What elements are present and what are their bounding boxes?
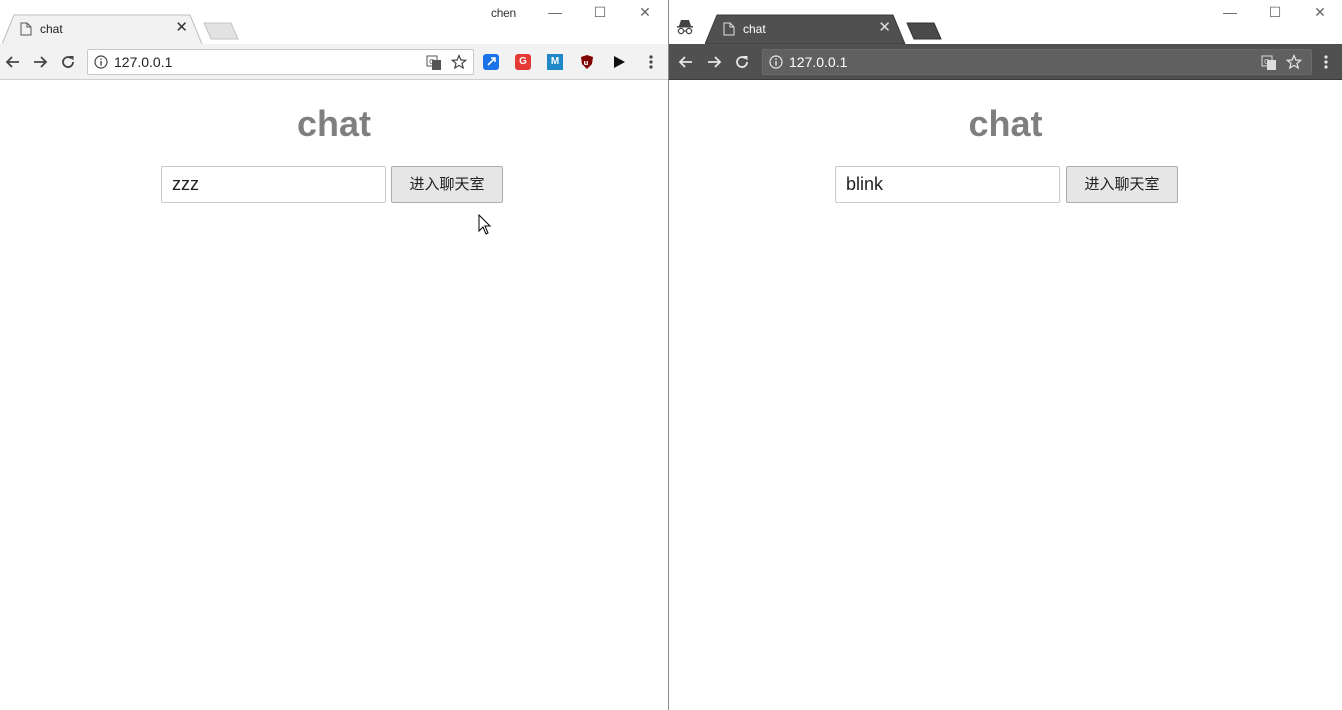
m-extension-icon[interactable]: M xyxy=(547,54,563,70)
back-icon[interactable] xyxy=(4,53,22,71)
svg-text:G: G xyxy=(429,58,434,66)
back-icon[interactable] xyxy=(677,53,695,71)
red-extension-icon[interactable]: G xyxy=(515,54,531,70)
bookmark-star-icon[interactable] xyxy=(451,54,467,70)
tab-title: chat xyxy=(40,22,63,36)
maximize-icon[interactable]: ☐ xyxy=(590,2,610,22)
tab-title: chat xyxy=(743,22,766,36)
enter-chatroom-button[interactable]: 进入聊天室 xyxy=(391,166,503,203)
screen: chat ✕ chen — ☐ ✕ 127.0.0.1 G G M u chat… xyxy=(0,0,1342,710)
play-extension-icon[interactable] xyxy=(611,54,627,70)
tab-shape xyxy=(705,14,906,45)
menu-icon[interactable] xyxy=(645,54,657,70)
close-window-icon[interactable]: ✕ xyxy=(635,2,655,22)
minimize-icon[interactable]: — xyxy=(1220,2,1240,22)
page-content: chat zzz 进入聊天室 xyxy=(0,81,668,710)
nickname-input[interactable]: zzz xyxy=(161,166,386,203)
new-tab-button[interactable] xyxy=(203,22,239,40)
url-text: 127.0.0.1 xyxy=(114,54,173,70)
maximize-icon[interactable]: ☐ xyxy=(1265,2,1285,22)
svg-text:u: u xyxy=(584,59,589,67)
reload-icon[interactable] xyxy=(733,53,751,71)
browser-window-normal: chat ✕ chen — ☐ ✕ 127.0.0.1 G G M u chat… xyxy=(0,0,668,710)
new-tab-button[interactable] xyxy=(906,22,942,40)
svg-text:G: G xyxy=(1264,58,1269,66)
translate-icon[interactable]: G xyxy=(1261,55,1277,71)
minimize-icon[interactable]: — xyxy=(545,2,565,22)
profile-name[interactable]: chen xyxy=(491,6,516,20)
browser-toolbar: 127.0.0.1 G xyxy=(669,44,1342,80)
title-bar: chat ✕ — ☐ ✕ xyxy=(669,0,1342,45)
ublock-origin-icon[interactable]: u xyxy=(579,54,595,70)
tab-close-icon[interactable]: ✕ xyxy=(878,20,891,36)
tab-chat[interactable]: chat ✕ xyxy=(705,14,906,45)
reload-icon[interactable] xyxy=(59,53,77,71)
browser-window-incognito: chat ✕ — ☐ ✕ 127.0.0.1 G chat blink 进入聊天… xyxy=(669,0,1342,710)
close-window-icon[interactable]: ✕ xyxy=(1310,2,1330,22)
incognito-icon xyxy=(677,20,693,35)
url-text: 127.0.0.1 xyxy=(789,54,848,70)
browser-toolbar: 127.0.0.1 G G M u xyxy=(0,44,668,80)
forward-icon[interactable] xyxy=(705,53,723,71)
page-title: chat xyxy=(968,103,1043,144)
tab-shape xyxy=(2,14,204,45)
enter-chatroom-button[interactable]: 进入聊天室 xyxy=(1066,166,1178,203)
blue-extension-icon[interactable] xyxy=(483,54,499,70)
address-bar[interactable]: 127.0.0.1 G xyxy=(87,49,474,75)
page-title: chat xyxy=(296,103,372,144)
translate-icon[interactable]: G xyxy=(426,55,442,71)
info-icon[interactable] xyxy=(94,55,108,69)
bookmark-star-icon[interactable] xyxy=(1286,54,1302,70)
info-icon[interactable] xyxy=(769,55,783,69)
address-bar[interactable]: 127.0.0.1 G xyxy=(762,49,1312,75)
nickname-input[interactable]: blink xyxy=(835,166,1060,203)
page-icon xyxy=(20,22,32,36)
forward-icon[interactable] xyxy=(31,53,49,71)
mouse-cursor-icon xyxy=(478,214,492,235)
menu-icon[interactable] xyxy=(1320,54,1332,70)
page-icon xyxy=(723,22,735,36)
page-content: chat blink 进入聊天室 xyxy=(669,81,1342,710)
tab-chat[interactable]: chat ✕ xyxy=(2,14,204,45)
title-bar: chat ✕ chen — ☐ ✕ xyxy=(0,0,668,45)
tab-close-icon[interactable]: ✕ xyxy=(175,20,188,36)
